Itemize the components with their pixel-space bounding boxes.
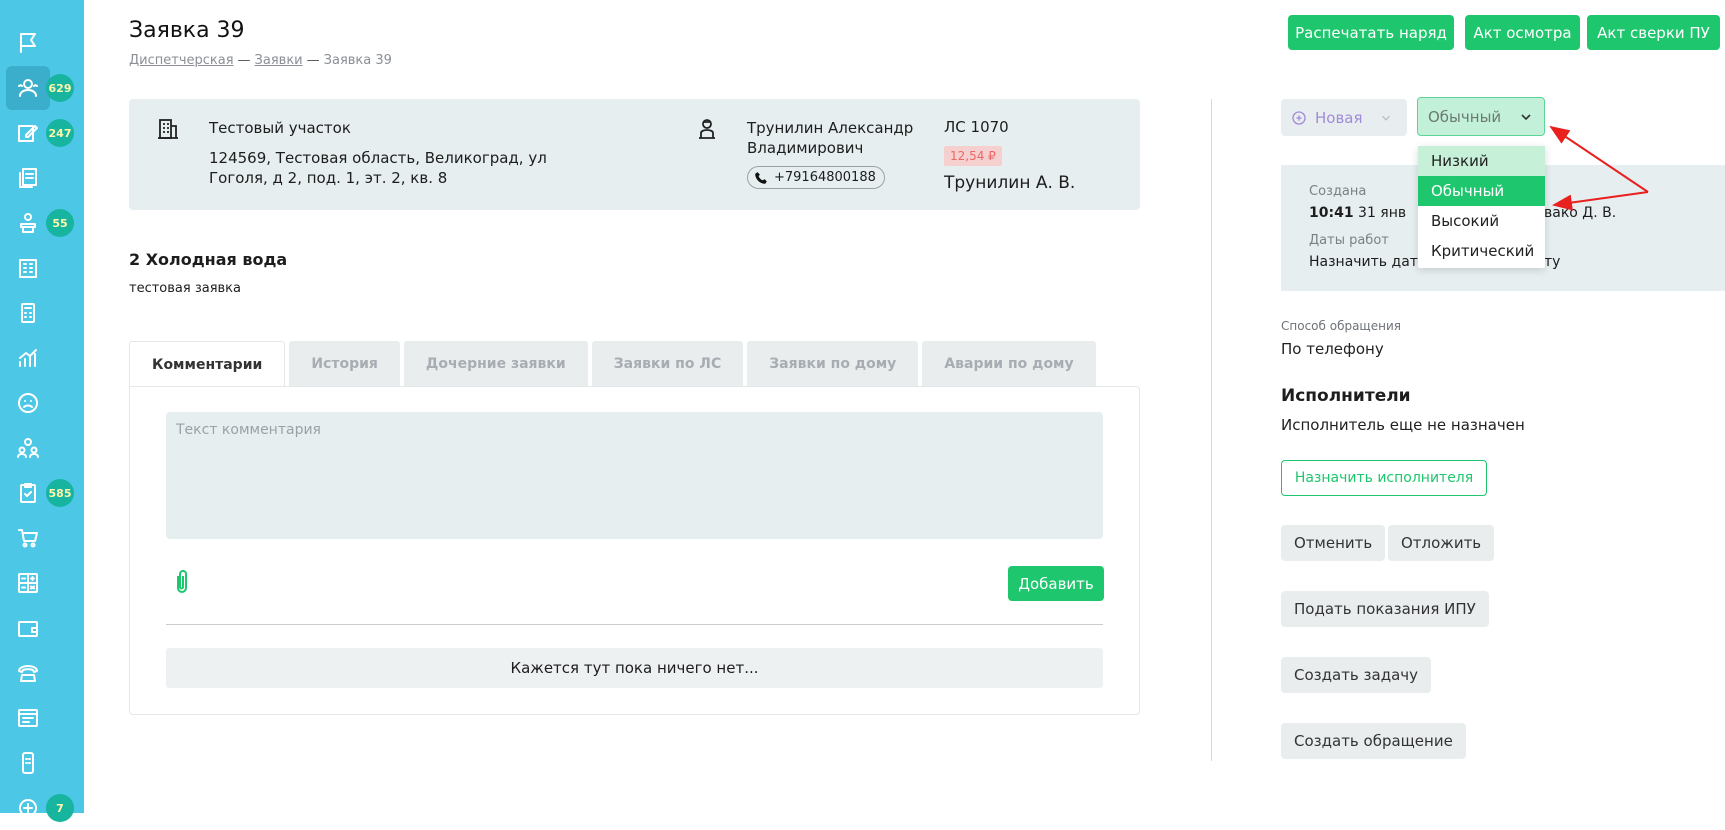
create-task-button[interactable]: Создать задачу bbox=[1281, 657, 1432, 693]
paperclip-icon[interactable] bbox=[170, 568, 194, 596]
edit-badge: 247 bbox=[46, 119, 74, 147]
tab-account-requests[interactable]: Заявки по ЛС bbox=[591, 341, 744, 387]
clipboard-badge: 585 bbox=[46, 479, 74, 507]
address: 124569, Тестовая область, Великоград, ул… bbox=[209, 149, 547, 187]
worker-icon[interactable] bbox=[6, 201, 50, 245]
priority-select[interactable]: Обычный bbox=[1417, 97, 1545, 136]
request-title: 2 Холодная вода bbox=[129, 250, 288, 269]
request-description: тестовая заявка bbox=[129, 281, 242, 296]
tab-history[interactable]: История bbox=[289, 341, 400, 387]
divider bbox=[166, 624, 1103, 625]
cancel-button[interactable]: Отменить bbox=[1281, 525, 1386, 561]
breadcrumb: Диспетчерская — Заявки — Заявка 39 bbox=[129, 53, 392, 68]
site-name: Тестовый участок bbox=[209, 119, 351, 137]
chevron-down-icon bbox=[1521, 113, 1531, 120]
comments-panel: Добавить Кажется тут пока ничего нет... bbox=[129, 386, 1140, 715]
assign-executor-button[interactable]: Назначить исполнителя bbox=[1281, 460, 1487, 496]
worker-badge: 55 bbox=[46, 209, 74, 237]
phone-pill[interactable]: +79164800188 bbox=[747, 166, 885, 189]
browser-icon[interactable] bbox=[6, 696, 50, 740]
breadcrumb-dispatch[interactable]: Диспетчерская bbox=[129, 53, 234, 68]
breadcrumb-requests[interactable]: Заявки bbox=[255, 53, 303, 68]
edit-icon[interactable] bbox=[6, 111, 50, 155]
building-icon[interactable] bbox=[6, 246, 50, 290]
phone-icon bbox=[755, 171, 767, 184]
created-label: Создана bbox=[1309, 184, 1367, 199]
created-by: вако Д. В. bbox=[1544, 205, 1617, 221]
created-time: 10:41 bbox=[1309, 205, 1354, 221]
building-icon bbox=[156, 117, 180, 141]
add-comment-button[interactable]: Добавить bbox=[1008, 566, 1104, 601]
sidebar: 629 247 55 585 7 bbox=[0, 0, 84, 822]
tab-comments[interactable]: Комментарии bbox=[129, 341, 286, 387]
priority-option-low[interactable]: Низкий bbox=[1418, 146, 1545, 176]
mobile-icon[interactable] bbox=[6, 741, 50, 785]
clipboard-check-icon[interactable] bbox=[6, 471, 50, 515]
inspection-act-button[interactable]: Акт осмотра bbox=[1465, 15, 1580, 50]
work-dates-label: Даты работ bbox=[1309, 233, 1389, 248]
created-date: 31 янв bbox=[1358, 205, 1407, 221]
print-order-button[interactable]: Распечатать наряд bbox=[1288, 15, 1454, 50]
tab-child-requests[interactable]: Дочерние заявки bbox=[403, 341, 588, 387]
sad-face-icon[interactable] bbox=[6, 381, 50, 425]
tabs: Комментарии История Дочерние заявки Заяв… bbox=[129, 341, 1100, 387]
phone-number: +79164800188 bbox=[774, 170, 876, 185]
plus-circle-icon bbox=[1292, 110, 1306, 125]
resident-name: Трунилин Александр Владимирович bbox=[747, 119, 914, 157]
resident-icon bbox=[695, 117, 719, 141]
chevron-down-icon bbox=[1381, 115, 1390, 121]
page-title: Заявка 39 bbox=[129, 18, 245, 43]
account-number[interactable]: ЛС 1070 bbox=[944, 118, 1009, 136]
chat-badge: 7 bbox=[46, 794, 74, 822]
calc-grid-icon[interactable] bbox=[6, 561, 50, 605]
debt-badge: 12,54 ₽ bbox=[944, 146, 1002, 166]
users-icon[interactable] bbox=[6, 66, 50, 110]
priority-dropdown: Низкий Обычный Высокий Критический bbox=[1418, 146, 1545, 268]
tab-house-requests[interactable]: Заявки по дому bbox=[747, 341, 919, 387]
contact-method-label: Способ обращения bbox=[1281, 319, 1401, 333]
wallet-icon[interactable] bbox=[6, 606, 50, 650]
chart-icon[interactable] bbox=[6, 336, 50, 380]
flag-icon[interactable] bbox=[6, 21, 50, 65]
documents-icon[interactable] bbox=[6, 156, 50, 200]
priority-option-normal[interactable]: Обычный bbox=[1418, 176, 1545, 206]
contact-method-value: По телефону bbox=[1281, 340, 1384, 358]
add-chat-icon[interactable] bbox=[6, 786, 50, 830]
created-value: 10:41 31 янв bbox=[1309, 205, 1406, 221]
cart-icon[interactable] bbox=[6, 516, 50, 560]
work-dates-value-tail: ту bbox=[1544, 254, 1561, 270]
status-select[interactable]: Новая bbox=[1281, 99, 1407, 136]
priority-value: Обычный bbox=[1428, 107, 1502, 126]
users-badge: 629 bbox=[46, 74, 74, 102]
status-value: Новая bbox=[1315, 108, 1363, 127]
postpone-button[interactable]: Отложить bbox=[1388, 525, 1495, 561]
comment-input[interactable] bbox=[166, 412, 1103, 539]
create-appeal-button[interactable]: Создать обращение bbox=[1281, 723, 1466, 759]
empty-state: Кажется тут пока ничего нет... bbox=[166, 648, 1103, 688]
calculator-icon[interactable] bbox=[6, 291, 50, 335]
reconciliation-act-button[interactable]: Акт сверки ПУ bbox=[1587, 15, 1720, 50]
priority-option-high[interactable]: Высокий bbox=[1418, 206, 1545, 236]
tab-house-accidents[interactable]: Аварии по дому bbox=[922, 341, 1096, 387]
breadcrumb-current: Заявка 39 bbox=[323, 53, 392, 68]
work-dates-value[interactable]: Назначить дат bbox=[1309, 254, 1418, 270]
account-owner: Трунилин А. В. bbox=[944, 173, 1076, 193]
address-info-card: Тестовый участок 124569, Тестовая област… bbox=[129, 99, 1140, 210]
phone-icon[interactable] bbox=[6, 651, 50, 695]
executors-status: Исполнитель еще не назначен bbox=[1281, 416, 1525, 434]
submit-readings-button[interactable]: Подать показания ИПУ bbox=[1281, 591, 1489, 627]
column-divider bbox=[1211, 99, 1212, 761]
group-icon[interactable] bbox=[6, 426, 50, 470]
priority-option-critical[interactable]: Критический bbox=[1418, 236, 1545, 266]
executors-title: Исполнители bbox=[1281, 386, 1411, 406]
